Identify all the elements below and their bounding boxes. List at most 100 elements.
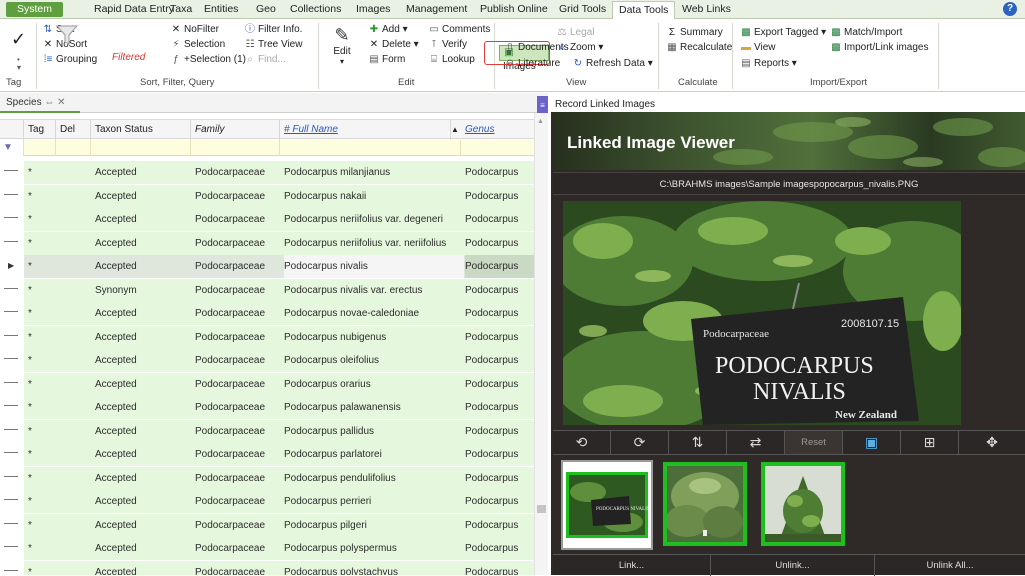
table-row[interactable]: * Synonym Podocarpaceae Podocarpus nivalis …	[0, 278, 534, 302]
literature-button[interactable]: ⊖ Literature	[504, 57, 560, 70]
table-row[interactable]: * Accepted Podocarpaceae Podocarpus nubigen…	[0, 325, 534, 349]
filter-funnel-icon[interactable]	[56, 24, 78, 46]
cell-genus[interactable]: Podocarpus	[465, 443, 534, 466]
cell-full-name[interactable]: Podocarpus nubigenus	[284, 326, 464, 349]
reset-button[interactable]: Reset	[785, 431, 843, 454]
cell-tag[interactable]: *	[28, 161, 32, 184]
thumbnail-1[interactable]: PODOCARPUS NIVALIS	[561, 460, 653, 550]
row-selector[interactable]	[0, 231, 23, 255]
row-selector[interactable]	[0, 302, 23, 325]
match-import-button[interactable]: ▩ Match/Import	[830, 26, 902, 39]
table-row[interactable]: * Accepted Podocarpaceae Podocarpus orarius…	[0, 372, 534, 396]
tag-dropdown-icon[interactable]: ▾	[17, 61, 21, 74]
thumbnail-2[interactable]	[663, 462, 747, 546]
link-button[interactable]: Link...	[553, 555, 711, 576]
row-selector[interactable]	[0, 396, 23, 419]
cell-family[interactable]: Podocarpaceae	[195, 185, 265, 208]
rotate-right-icon[interactable]: ⟳	[611, 431, 669, 454]
table-row[interactable]: * Accepted Podocarpaceae Podocarpus neriifo…	[0, 231, 534, 255]
find-button[interactable]: ⌕ Find...	[244, 53, 286, 66]
row-selector[interactable]	[0, 419, 23, 443]
zoom-button[interactable]: ⌕ Zoom ▾	[556, 41, 603, 54]
grouping-button[interactable]: ⁞≡ Grouping	[42, 53, 97, 66]
tab-images[interactable]: Images	[350, 1, 396, 18]
cell-full-name[interactable]: Podocarpus novae-caledoniae	[284, 302, 464, 325]
table-row[interactable]: * Accepted Podocarpaceae Podocarpus pallidu…	[0, 419, 534, 443]
cell-taxon-status[interactable]: Accepted	[95, 208, 137, 231]
row-selector[interactable]	[0, 278, 23, 302]
cell-family[interactable]: Podocarpaceae	[195, 373, 265, 396]
cell-taxon-status[interactable]: Accepted	[95, 537, 137, 560]
import-link-images-button[interactable]: ▩ Import/Link images	[830, 41, 928, 54]
table-row[interactable]: * Accepted Podocarpaceae Podocarpus nakaii P…	[0, 184, 534, 208]
tab-system[interactable]: System	[6, 2, 64, 17]
cell-tag[interactable]: *	[28, 443, 32, 466]
filter-cell-genus[interactable]	[461, 140, 534, 156]
cell-full-name[interactable]: Podocarpus pendulifolius	[284, 467, 464, 490]
cell-taxon-status[interactable]: Accepted	[95, 561, 137, 576]
reports-button[interactable]: ▤ Reports ▾	[740, 57, 797, 70]
cell-genus[interactable]: Podocarpus	[465, 537, 534, 560]
row-selector[interactable]	[0, 161, 23, 184]
cell-tag[interactable]: *	[28, 279, 32, 302]
cell-tag[interactable]: *	[28, 373, 32, 396]
cell-genus[interactable]: Podocarpus	[465, 326, 534, 349]
verify-button[interactable]: ⊺ Verify	[428, 38, 467, 51]
cell-genus[interactable]: Podocarpus	[465, 373, 534, 396]
cell-full-name[interactable]: Podocarpus neriifolius var. degeneri	[284, 208, 464, 231]
cell-genus[interactable]: Podocarpus	[465, 208, 534, 231]
unlink-all-button[interactable]: Unlink All...	[875, 555, 1025, 576]
cell-full-name[interactable]: Podocarpus palawanensis	[284, 396, 464, 419]
species-tab[interactable]: Species ⇔ ✕	[6, 97, 66, 108]
cell-full-name[interactable]: Podocarpus nakaii	[284, 185, 464, 208]
cell-taxon-status[interactable]: Accepted	[95, 326, 137, 349]
comments-button[interactable]: ▭ Comments	[428, 23, 490, 36]
table-row[interactable]: * Accepted Podocarpaceae Podocarpus neriifo…	[0, 208, 534, 231]
cell-full-name[interactable]: Podocarpus nivalis var. erectus	[284, 279, 464, 302]
close-icon[interactable]: ✕	[57, 97, 65, 108]
cell-full-name[interactable]: Podocarpus pilgeri	[284, 514, 464, 537]
cell-tag[interactable]: *	[28, 420, 32, 443]
cell-tag[interactable]: *	[28, 302, 32, 325]
cell-family[interactable]: Podocarpaceae	[195, 326, 265, 349]
cell-taxon-status[interactable]: Accepted	[95, 490, 137, 513]
tab-publish-online[interactable]: Publish Online	[474, 1, 554, 18]
table-row[interactable]: * Accepted Podocarpaceae Podocarpus polysta…	[0, 560, 534, 576]
row-selector[interactable]	[0, 466, 23, 490]
tab-data-tools[interactable]: Data Tools	[612, 1, 676, 20]
cell-genus[interactable]: Podocarpus	[465, 561, 534, 576]
cell-tag[interactable]: *	[28, 561, 32, 576]
rotate-left-icon[interactable]: ⟲	[553, 431, 611, 454]
cell-tag[interactable]: *	[28, 349, 32, 372]
cell-taxon-status[interactable]: Accepted	[95, 349, 137, 372]
cell-family[interactable]: Podocarpaceae	[195, 208, 265, 231]
add-button[interactable]: ✚ Add ▾	[368, 23, 408, 36]
row-selector[interactable]	[0, 208, 23, 231]
row-selector[interactable]	[0, 184, 23, 208]
cell-family[interactable]: Podocarpaceae	[195, 255, 265, 278]
col-header-taxon-status[interactable]: Taxon Status	[91, 120, 191, 140]
filter-cell-del[interactable]	[56, 140, 91, 156]
recalculate-button[interactable]: ▦ Recalculate	[666, 41, 732, 54]
lookup-button[interactable]: ⌸ Lookup	[428, 53, 475, 66]
tab-management[interactable]: Management	[400, 1, 473, 18]
cell-genus[interactable]: Podocarpus	[465, 467, 534, 490]
table-row[interactable]: * Accepted Podocarpaceae Podocarpus oleifol…	[0, 349, 534, 372]
cell-family[interactable]: Podocarpaceae	[195, 443, 265, 466]
cell-genus[interactable]: Podocarpus	[465, 420, 534, 443]
tab-geo[interactable]: Geo	[250, 1, 282, 18]
tag-check-icon[interactable]: ✓	[11, 29, 26, 50]
cell-tag[interactable]: *	[28, 326, 32, 349]
cell-family[interactable]: Podocarpaceae	[195, 349, 265, 372]
row-selector[interactable]	[0, 513, 23, 537]
cell-tag[interactable]: *	[28, 185, 32, 208]
col-header-full-name[interactable]: # Full Name	[280, 120, 451, 140]
cell-genus[interactable]: Podocarpus	[465, 279, 534, 302]
cell-full-name[interactable]: Podocarpus polystachyus	[284, 561, 464, 576]
cell-taxon-status[interactable]: Accepted	[95, 396, 137, 419]
filter-info-button[interactable]: ⓘ Filter Info.	[244, 23, 302, 36]
open-image-icon[interactable]: ▣	[843, 431, 901, 454]
table-row[interactable]: ▶ * Accepted Podocarpaceae Podocarpus nivali…	[0, 255, 534, 278]
cell-genus[interactable]: Podocarpus	[465, 185, 534, 208]
flip-horizontal-icon[interactable]: ⇄	[727, 431, 785, 454]
